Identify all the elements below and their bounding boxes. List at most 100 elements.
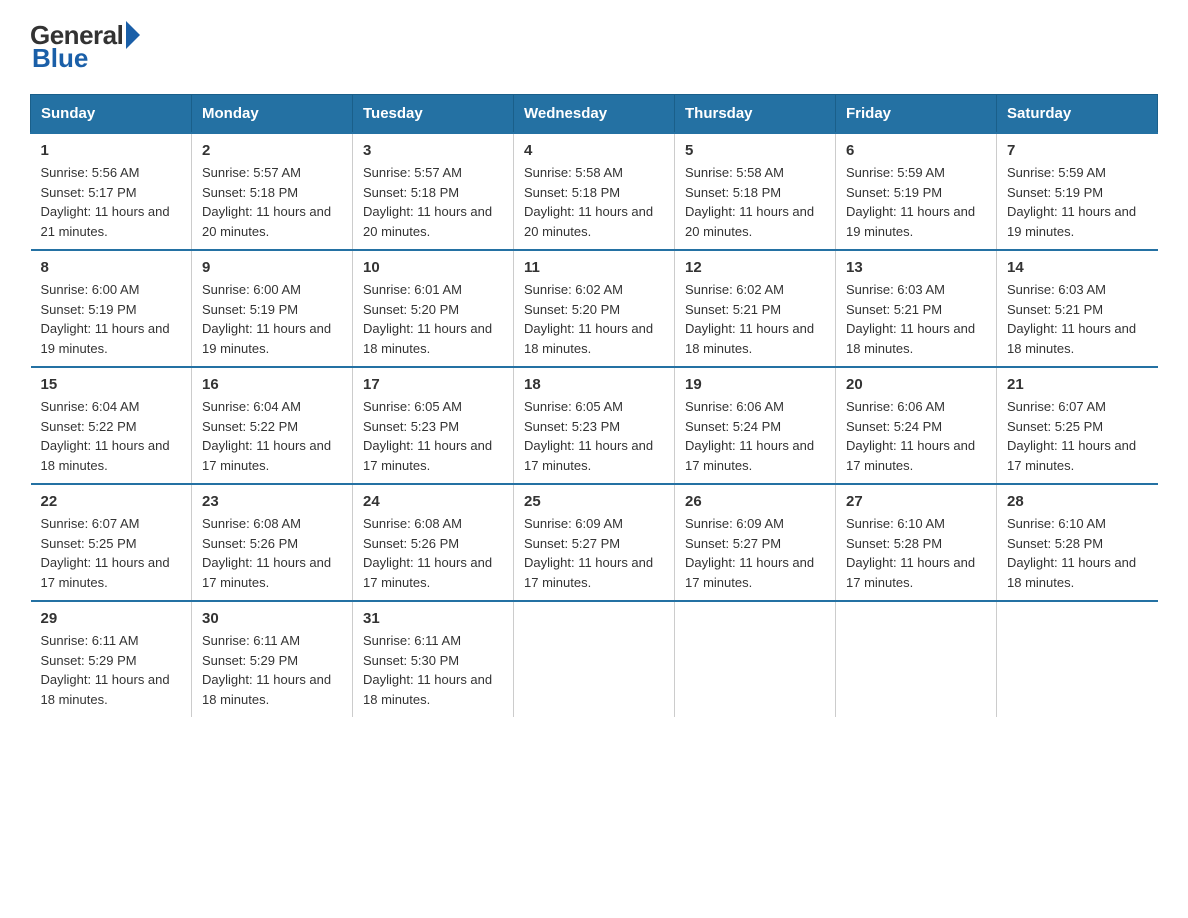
- day-number: 22: [41, 493, 182, 510]
- day-info: Sunrise: 6:08 AMSunset: 5:26 PMDaylight:…: [363, 514, 503, 592]
- calendar-week-row: 29 Sunrise: 6:11 AMSunset: 5:29 PMDaylig…: [31, 601, 1158, 717]
- day-info: Sunrise: 5:59 AMSunset: 5:19 PMDaylight:…: [846, 163, 986, 241]
- calendar-cell: 13 Sunrise: 6:03 AMSunset: 5:21 PMDaylig…: [836, 250, 997, 367]
- calendar-week-row: 22 Sunrise: 6:07 AMSunset: 5:25 PMDaylig…: [31, 484, 1158, 601]
- day-number: 20: [846, 376, 986, 393]
- day-number: 15: [41, 376, 182, 393]
- day-number: 18: [524, 376, 664, 393]
- day-info: Sunrise: 6:04 AMSunset: 5:22 PMDaylight:…: [202, 397, 342, 475]
- day-info: Sunrise: 6:04 AMSunset: 5:22 PMDaylight:…: [41, 397, 182, 475]
- day-info: Sunrise: 6:05 AMSunset: 5:23 PMDaylight:…: [524, 397, 664, 475]
- calendar-cell: [514, 601, 675, 717]
- day-info: Sunrise: 6:06 AMSunset: 5:24 PMDaylight:…: [846, 397, 986, 475]
- calendar-cell: 26 Sunrise: 6:09 AMSunset: 5:27 PMDaylig…: [675, 484, 836, 601]
- calendar-cell: 23 Sunrise: 6:08 AMSunset: 5:26 PMDaylig…: [192, 484, 353, 601]
- calendar-cell: 18 Sunrise: 6:05 AMSunset: 5:23 PMDaylig…: [514, 367, 675, 484]
- day-info: Sunrise: 5:56 AMSunset: 5:17 PMDaylight:…: [41, 163, 182, 241]
- calendar-header-thursday: Thursday: [675, 95, 836, 134]
- calendar-cell: 14 Sunrise: 6:03 AMSunset: 5:21 PMDaylig…: [997, 250, 1158, 367]
- calendar-cell: 3 Sunrise: 5:57 AMSunset: 5:18 PMDayligh…: [353, 133, 514, 250]
- calendar-header-row: SundayMondayTuesdayWednesdayThursdayFrid…: [31, 95, 1158, 134]
- calendar-cell: 22 Sunrise: 6:07 AMSunset: 5:25 PMDaylig…: [31, 484, 192, 601]
- calendar-cell: 30 Sunrise: 6:11 AMSunset: 5:29 PMDaylig…: [192, 601, 353, 717]
- calendar-cell: 4 Sunrise: 5:58 AMSunset: 5:18 PMDayligh…: [514, 133, 675, 250]
- calendar-cell: 1 Sunrise: 5:56 AMSunset: 5:17 PMDayligh…: [31, 133, 192, 250]
- day-number: 12: [685, 259, 825, 276]
- calendar-cell: 8 Sunrise: 6:00 AMSunset: 5:19 PMDayligh…: [31, 250, 192, 367]
- day-number: 17: [363, 376, 503, 393]
- day-info: Sunrise: 6:09 AMSunset: 5:27 PMDaylight:…: [524, 514, 664, 592]
- calendar-cell: 20 Sunrise: 6:06 AMSunset: 5:24 PMDaylig…: [836, 367, 997, 484]
- calendar-cell: [997, 601, 1158, 717]
- calendar-header-friday: Friday: [836, 95, 997, 134]
- day-info: Sunrise: 5:58 AMSunset: 5:18 PMDaylight:…: [524, 163, 664, 241]
- day-info: Sunrise: 6:11 AMSunset: 5:29 PMDaylight:…: [41, 631, 182, 709]
- calendar-cell: 9 Sunrise: 6:00 AMSunset: 5:19 PMDayligh…: [192, 250, 353, 367]
- day-info: Sunrise: 6:03 AMSunset: 5:21 PMDaylight:…: [1007, 280, 1148, 358]
- day-info: Sunrise: 6:06 AMSunset: 5:24 PMDaylight:…: [685, 397, 825, 475]
- day-number: 9: [202, 259, 342, 276]
- calendar-week-row: 1 Sunrise: 5:56 AMSunset: 5:17 PMDayligh…: [31, 133, 1158, 250]
- calendar-cell: 27 Sunrise: 6:10 AMSunset: 5:28 PMDaylig…: [836, 484, 997, 601]
- day-number: 23: [202, 493, 342, 510]
- calendar-cell: 6 Sunrise: 5:59 AMSunset: 5:19 PMDayligh…: [836, 133, 997, 250]
- day-info: Sunrise: 6:01 AMSunset: 5:20 PMDaylight:…: [363, 280, 503, 358]
- day-info: Sunrise: 6:03 AMSunset: 5:21 PMDaylight:…: [846, 280, 986, 358]
- calendar-cell: 19 Sunrise: 6:06 AMSunset: 5:24 PMDaylig…: [675, 367, 836, 484]
- day-info: Sunrise: 6:07 AMSunset: 5:25 PMDaylight:…: [41, 514, 182, 592]
- calendar-cell: 17 Sunrise: 6:05 AMSunset: 5:23 PMDaylig…: [353, 367, 514, 484]
- day-number: 8: [41, 259, 182, 276]
- day-number: 11: [524, 259, 664, 276]
- calendar-cell: [675, 601, 836, 717]
- calendar-header-wednesday: Wednesday: [514, 95, 675, 134]
- calendar-cell: 2 Sunrise: 5:57 AMSunset: 5:18 PMDayligh…: [192, 133, 353, 250]
- logo: General Blue: [30, 20, 140, 74]
- day-info: Sunrise: 6:10 AMSunset: 5:28 PMDaylight:…: [1007, 514, 1148, 592]
- day-number: 29: [41, 610, 182, 627]
- day-info: Sunrise: 6:11 AMSunset: 5:30 PMDaylight:…: [363, 631, 503, 709]
- day-number: 1: [41, 142, 182, 159]
- day-number: 14: [1007, 259, 1148, 276]
- day-number: 24: [363, 493, 503, 510]
- day-info: Sunrise: 6:08 AMSunset: 5:26 PMDaylight:…: [202, 514, 342, 592]
- day-info: Sunrise: 6:10 AMSunset: 5:28 PMDaylight:…: [846, 514, 986, 592]
- day-number: 28: [1007, 493, 1148, 510]
- calendar-cell: 31 Sunrise: 6:11 AMSunset: 5:30 PMDaylig…: [353, 601, 514, 717]
- calendar-header-monday: Monday: [192, 95, 353, 134]
- day-info: Sunrise: 6:11 AMSunset: 5:29 PMDaylight:…: [202, 631, 342, 709]
- calendar-cell: 16 Sunrise: 6:04 AMSunset: 5:22 PMDaylig…: [192, 367, 353, 484]
- calendar-cell: 25 Sunrise: 6:09 AMSunset: 5:27 PMDaylig…: [514, 484, 675, 601]
- calendar-header-tuesday: Tuesday: [353, 95, 514, 134]
- day-number: 21: [1007, 376, 1148, 393]
- day-info: Sunrise: 6:00 AMSunset: 5:19 PMDaylight:…: [41, 280, 182, 358]
- calendar-header-saturday: Saturday: [997, 95, 1158, 134]
- day-info: Sunrise: 5:57 AMSunset: 5:18 PMDaylight:…: [202, 163, 342, 241]
- day-number: 5: [685, 142, 825, 159]
- day-info: Sunrise: 6:09 AMSunset: 5:27 PMDaylight:…: [685, 514, 825, 592]
- calendar-cell: 28 Sunrise: 6:10 AMSunset: 5:28 PMDaylig…: [997, 484, 1158, 601]
- day-info: Sunrise: 6:05 AMSunset: 5:23 PMDaylight:…: [363, 397, 503, 475]
- logo-blue-text: Blue: [32, 43, 88, 74]
- day-info: Sunrise: 5:59 AMSunset: 5:19 PMDaylight:…: [1007, 163, 1148, 241]
- calendar-header-sunday: Sunday: [31, 95, 192, 134]
- day-info: Sunrise: 6:00 AMSunset: 5:19 PMDaylight:…: [202, 280, 342, 358]
- calendar-cell: 12 Sunrise: 6:02 AMSunset: 5:21 PMDaylig…: [675, 250, 836, 367]
- day-number: 19: [685, 376, 825, 393]
- logo-arrow-icon: [126, 21, 140, 49]
- calendar-cell: 7 Sunrise: 5:59 AMSunset: 5:19 PMDayligh…: [997, 133, 1158, 250]
- day-number: 3: [363, 142, 503, 159]
- calendar-cell: [836, 601, 997, 717]
- day-number: 4: [524, 142, 664, 159]
- day-info: Sunrise: 6:02 AMSunset: 5:20 PMDaylight:…: [524, 280, 664, 358]
- day-number: 7: [1007, 142, 1148, 159]
- day-number: 2: [202, 142, 342, 159]
- day-number: 6: [846, 142, 986, 159]
- calendar-week-row: 15 Sunrise: 6:04 AMSunset: 5:22 PMDaylig…: [31, 367, 1158, 484]
- day-info: Sunrise: 5:57 AMSunset: 5:18 PMDaylight:…: [363, 163, 503, 241]
- calendar-cell: 10 Sunrise: 6:01 AMSunset: 5:20 PMDaylig…: [353, 250, 514, 367]
- day-number: 13: [846, 259, 986, 276]
- day-number: 25: [524, 493, 664, 510]
- calendar-week-row: 8 Sunrise: 6:00 AMSunset: 5:19 PMDayligh…: [31, 250, 1158, 367]
- calendar-cell: 21 Sunrise: 6:07 AMSunset: 5:25 PMDaylig…: [997, 367, 1158, 484]
- calendar-cell: 5 Sunrise: 5:58 AMSunset: 5:18 PMDayligh…: [675, 133, 836, 250]
